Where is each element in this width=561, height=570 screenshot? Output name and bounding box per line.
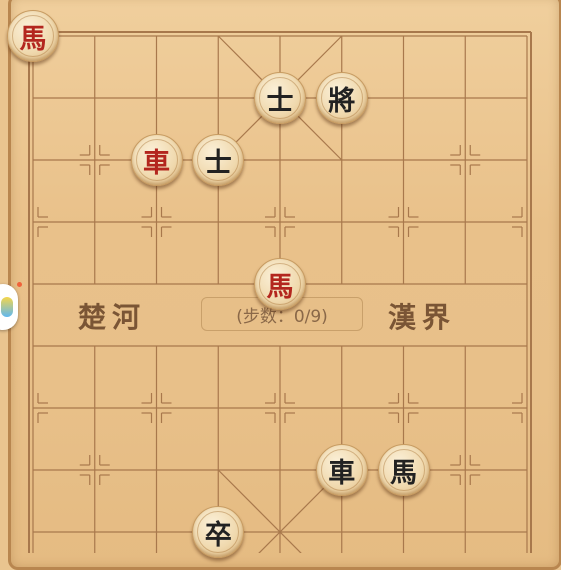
- piece-red-horse-top[interactable]: 馬: [7, 10, 59, 62]
- piece-label: 車: [328, 457, 356, 489]
- notification-dot: [17, 282, 22, 287]
- piece-label: 將: [328, 85, 356, 117]
- piece-label: 車: [143, 147, 170, 179]
- river-label-han-jie: 漢界: [388, 301, 457, 334]
- piece-label: 馬: [19, 23, 47, 55]
- piece-black-general[interactable]: 將: [315, 72, 368, 124]
- piece-label: 卒: [204, 519, 232, 551]
- assistant-icon: [1, 297, 13, 317]
- piece-red-horse-center[interactable]: 馬: [254, 258, 306, 310]
- piece-label: 士: [266, 85, 294, 117]
- piece-black-advisor-upper[interactable]: 士: [254, 72, 306, 124]
- river-label-chu-he: 楚河: [78, 301, 147, 334]
- piece-black-advisor-lower[interactable]: 士: [192, 134, 245, 186]
- piece-label: 馬: [390, 457, 417, 489]
- piece-black-horse[interactable]: 馬: [377, 444, 430, 496]
- piece-label: 馬: [266, 271, 294, 303]
- game-screen: 楚河 漢界 (步数：0/9) 馬士將車士馬車馬卒: [0, 0, 561, 570]
- floating-assistant-widget[interactable]: [0, 284, 18, 330]
- piece-red-chariot[interactable]: 車: [130, 134, 183, 186]
- piece-black-soldier[interactable]: 卒: [192, 506, 245, 558]
- piece-label: 士: [204, 147, 232, 179]
- piece-black-chariot[interactable]: 車: [315, 444, 368, 496]
